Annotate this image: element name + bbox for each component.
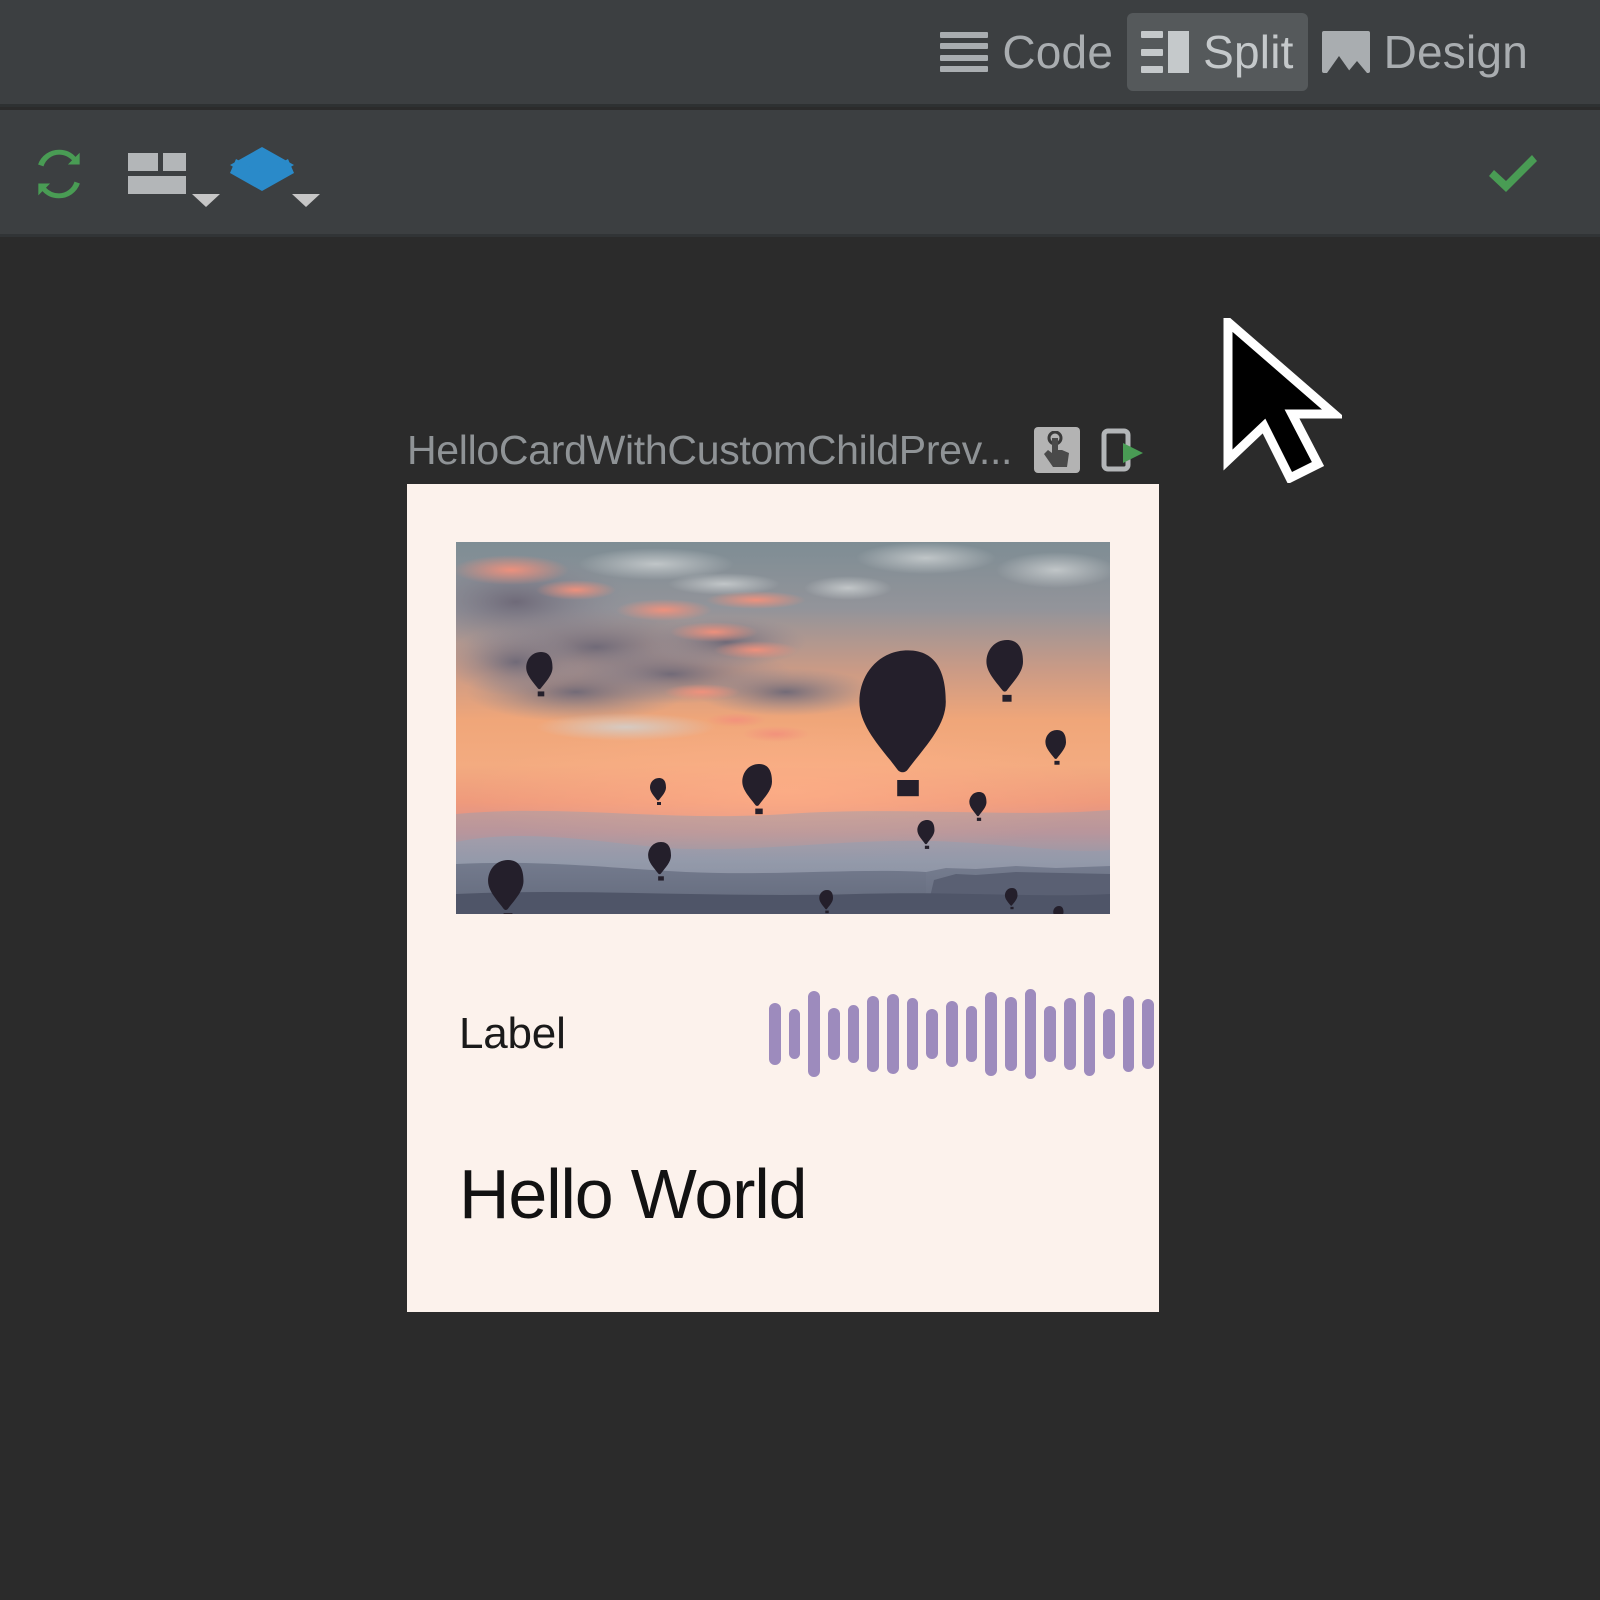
waveform-bar <box>1004 997 1017 1071</box>
card-label: Label <box>459 1009 566 1058</box>
hello-card-preview[interactable]: Label Hello World <box>407 484 1159 1312</box>
refresh-icon <box>38 149 80 198</box>
phone-play-icon <box>1101 428 1144 472</box>
run-on-device-button[interactable] <box>1100 427 1146 473</box>
code-lines-icon <box>940 32 989 72</box>
waveform-bar <box>827 1008 840 1060</box>
waveform-bar <box>769 1003 781 1065</box>
chevron-down-icon <box>192 194 220 207</box>
waveform-bar <box>1063 998 1076 1070</box>
chevron-down-icon <box>292 194 320 207</box>
waveform-bar <box>788 1009 801 1059</box>
refresh-preview-button[interactable] <box>24 110 94 237</box>
waveform-bar <box>847 1005 860 1063</box>
waveform-bar <box>906 998 919 1070</box>
split-panes-icon <box>1141 31 1190 73</box>
tab-design[interactable]: Design <box>1308 13 1542 91</box>
audio-waveform[interactable] <box>769 979 1155 1089</box>
waveform-bar <box>1122 996 1135 1072</box>
tab-split[interactable]: Split <box>1127 13 1308 91</box>
layers-button[interactable] <box>226 110 322 237</box>
hand-pointer-icon <box>1044 431 1070 467</box>
waveform-bar <box>867 996 879 1072</box>
accept-changes-button[interactable] <box>1478 110 1548 237</box>
design-picture-icon <box>1321 31 1370 73</box>
preview-toolbar <box>0 110 1600 237</box>
waveform-bar <box>1024 989 1037 1079</box>
layout-panels-icon <box>128 152 186 194</box>
waveform-bar <box>926 1009 938 1059</box>
waveform-bar <box>1044 1006 1056 1062</box>
hot-air-balloons-sunset-photo <box>456 542 1110 914</box>
preview-title: HelloCardWithCustomChildPrev... <box>407 426 1013 473</box>
waveform-bar <box>1142 999 1155 1069</box>
waveform-bar <box>945 1001 958 1067</box>
waveform-bar <box>886 994 899 1074</box>
tab-design-label: Design <box>1383 26 1528 78</box>
preview-header: HelloCardWithCustomChildPrev... <box>407 422 1187 478</box>
design-preview-surface: HelloCardWithCustomChildPrev... Label He… <box>0 240 1600 1600</box>
waveform-bar <box>1103 1009 1115 1059</box>
waveform-bar <box>965 1006 978 1062</box>
waveform-bar <box>808 991 820 1077</box>
layers-icon <box>230 146 294 191</box>
tab-code-label: Code <box>1002 26 1114 78</box>
interactive-mode-button[interactable] <box>1034 427 1081 473</box>
waveform-bar <box>985 992 997 1076</box>
mouse-pointer <box>1223 318 1342 483</box>
editor-mode-bar: Code Split Design <box>0 0 1600 107</box>
checkmark-icon <box>1489 154 1537 192</box>
card-label-row: Label <box>459 979 1155 1089</box>
card-headline: Hello World <box>459 1155 807 1233</box>
tab-split-label: Split <box>1203 26 1294 78</box>
view-layout-button[interactable] <box>126 110 222 237</box>
waveform-bar <box>1083 992 1096 1076</box>
tab-code[interactable]: Code <box>926 13 1127 91</box>
editor-mode-tabs: Code Split Design <box>926 0 1600 104</box>
